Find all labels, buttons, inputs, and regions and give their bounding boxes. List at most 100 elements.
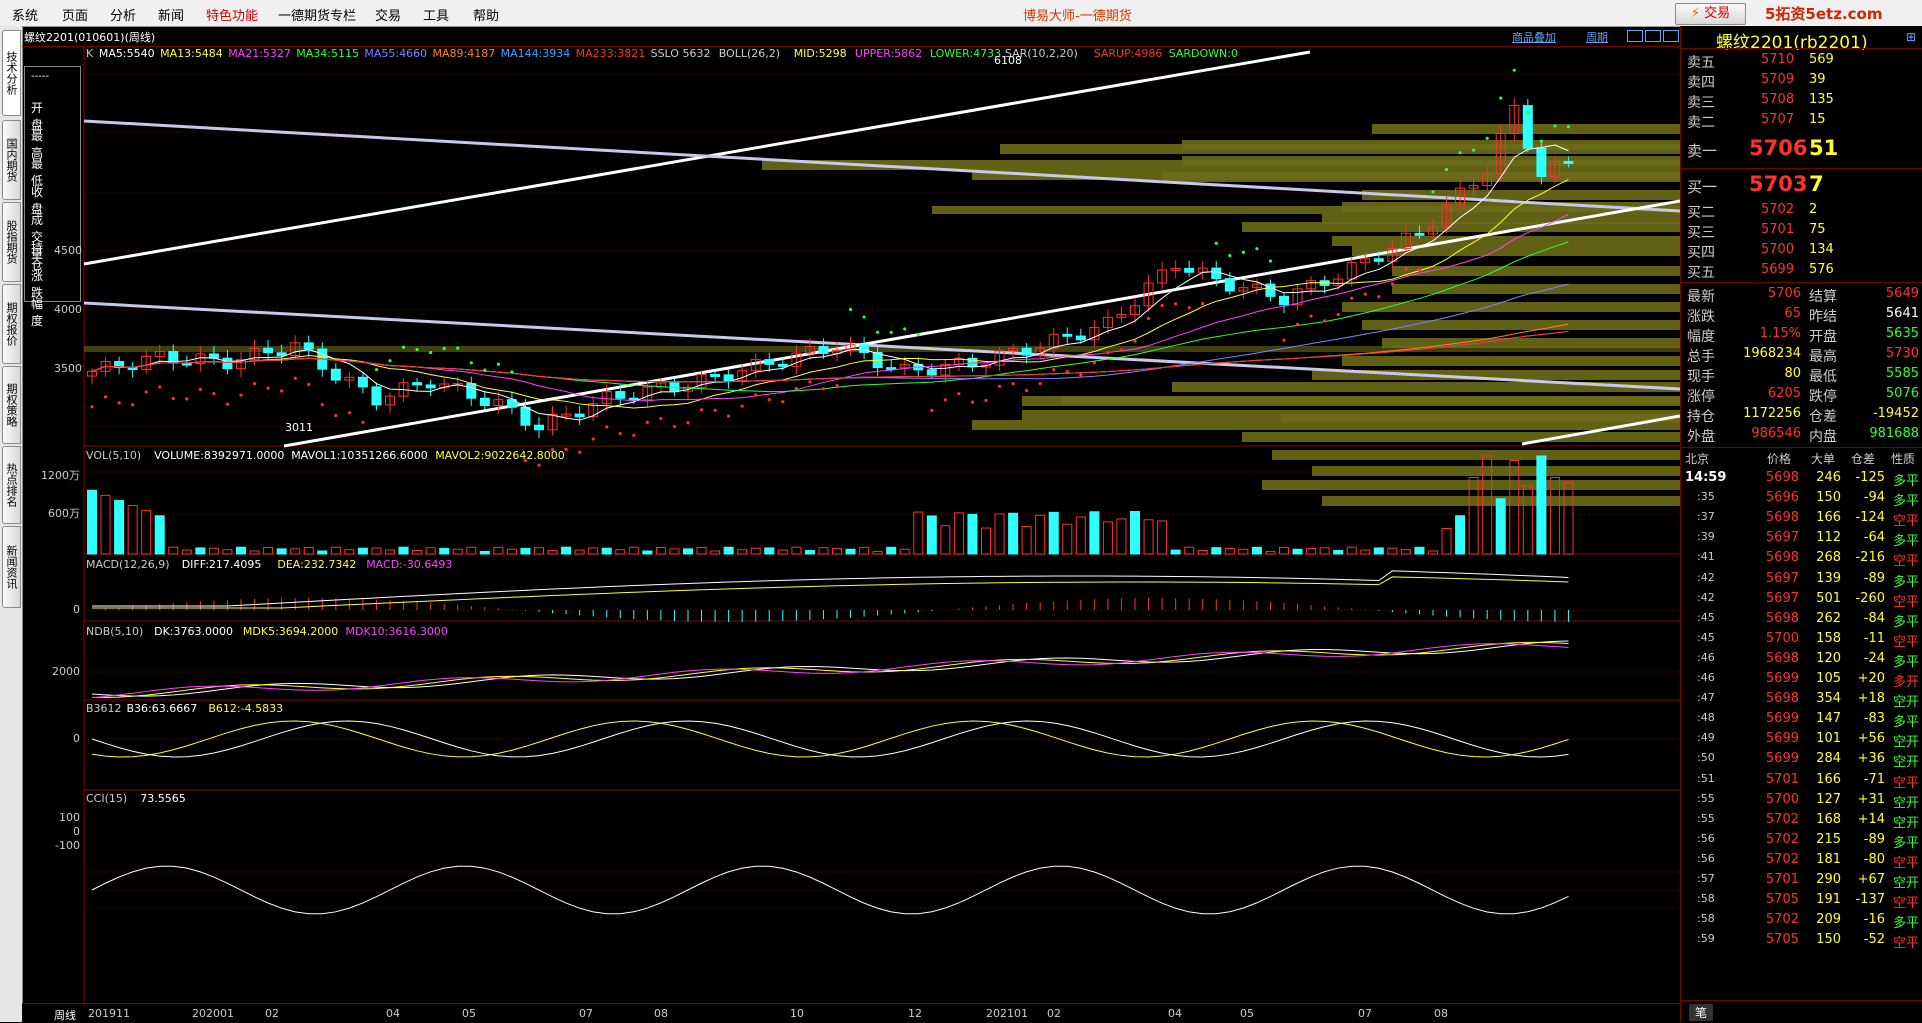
left-tab-1[interactable]: 国内期货	[2, 120, 21, 200]
tick-oi-change: -89	[1863, 831, 1885, 847]
volume-bar	[1306, 548, 1317, 555]
overlay-symbol-button[interactable]: 商品叠加	[1512, 29, 1556, 45]
sar-dot	[957, 392, 961, 396]
sar-dot	[1146, 316, 1151, 321]
menu-item-0[interactable]: 系统	[12, 5, 38, 24]
menu-item-1[interactable]: 页面	[62, 5, 88, 24]
symbol-title: 螺纹2201(010601)(周线)	[24, 31, 156, 44]
sar-dot	[293, 376, 297, 380]
date-axis-label: 08	[1434, 1007, 1448, 1020]
sar-dot	[1363, 292, 1367, 296]
volume-bar	[87, 489, 97, 555]
bid-volume: 7	[1809, 172, 1824, 196]
tick-nature: 多平	[1893, 494, 1920, 510]
sar-dot	[659, 416, 663, 421]
volume-bar	[872, 550, 883, 555]
volume-bar	[249, 550, 260, 555]
maximize-icon[interactable]	[1663, 30, 1679, 42]
left-tab-4[interactable]: 期权策略	[2, 366, 21, 444]
volume-bar	[534, 547, 544, 555]
menu-item-3[interactable]: 新闻	[158, 5, 184, 24]
volume-bar	[127, 505, 138, 555]
panel-menu-icon[interactable]: ⊞	[1906, 30, 1916, 44]
tick-volume: 166	[1816, 771, 1841, 787]
menu-item-5[interactable]: 一德期货专栏	[278, 5, 356, 24]
volume-bar	[1292, 548, 1303, 555]
left-tab-2[interactable]: 股指期货	[2, 202, 21, 282]
sar-dot	[713, 408, 717, 412]
candle-body	[1075, 335, 1086, 341]
sar-dot	[618, 432, 622, 436]
sar-dot	[564, 447, 568, 452]
ask-volume: 569	[1809, 52, 1834, 67]
volume-bar	[926, 515, 937, 555]
tick-nature: 空开	[1893, 815, 1920, 831]
volume-bar	[154, 515, 165, 555]
bid-label: 买五	[1687, 265, 1715, 281]
sar-dot	[740, 404, 744, 408]
volume-profile-bar	[1392, 266, 1680, 276]
ask-volume: 135	[1809, 92, 1834, 107]
split-icon[interactable]	[1645, 30, 1661, 42]
ask-price: 5706	[1749, 136, 1808, 160]
candle-body	[412, 382, 423, 386]
left-tab-5[interactable]: 热点排名	[2, 446, 21, 524]
left-tab-6[interactable]: 新闻资讯	[2, 526, 21, 608]
sar-dot	[280, 389, 284, 393]
candle-body	[1563, 160, 1574, 164]
candle-body	[276, 352, 287, 357]
ndb-line	[91, 640, 1569, 697]
sar-dot	[821, 387, 826, 391]
b3612-title-part: B612:-4.5833	[208, 702, 284, 715]
tick-volume: 262	[1816, 610, 1841, 626]
menu-item-7[interactable]: 工具	[423, 5, 449, 24]
tick-header-4: 性质	[1891, 452, 1916, 466]
volume-bar	[425, 547, 436, 555]
volume-bar	[1048, 511, 1059, 555]
menu-item-8[interactable]: 帮助	[473, 5, 499, 24]
volume-bar	[1089, 511, 1100, 555]
candle-body	[1211, 267, 1222, 280]
volume-bar	[114, 499, 125, 555]
volume-profile-bar	[1342, 356, 1680, 366]
left-tab-3[interactable]: 期权报价	[2, 284, 21, 364]
menu-item-2[interactable]: 分析	[110, 5, 136, 24]
sar-dot	[1472, 148, 1476, 152]
tick-volume: 120	[1816, 650, 1841, 666]
date-axis-label: 202001	[192, 1007, 234, 1020]
trade-button[interactable]: ⚡ 交易	[1675, 3, 1746, 25]
volume-bar	[588, 547, 599, 555]
tick-price: 5697	[1765, 570, 1799, 586]
sar-dot	[876, 330, 880, 334]
sar-dot	[1444, 167, 1449, 172]
layout-icon[interactable]	[1627, 30, 1643, 42]
candle-body	[777, 363, 788, 367]
sar-dot	[144, 390, 148, 394]
tick-price: 5697	[1765, 590, 1799, 606]
sar-dot	[1214, 241, 1218, 245]
tick-price: 5699	[1765, 711, 1799, 727]
volume-bar	[1075, 516, 1086, 555]
sar-dot	[632, 433, 636, 437]
period-button[interactable]: 周期	[1586, 29, 1608, 45]
footer-tab-ticks[interactable]: 笔	[1689, 1004, 1714, 1021]
stat-label: 最低	[1809, 369, 1837, 385]
tick-price: 5702	[1765, 912, 1799, 928]
tick-price: 5702	[1765, 851, 1799, 867]
menu-item-6[interactable]: 交易	[375, 5, 401, 24]
menu-item-4[interactable]: 特色功能	[206, 5, 258, 24]
ask-volume: 39	[1809, 72, 1826, 87]
sar-dot	[198, 387, 202, 391]
vol-title-part: VOL(5,10)	[86, 449, 142, 462]
volume-bar	[1319, 547, 1330, 555]
chart-canvas[interactable]: 6108 3011	[22, 46, 1680, 1003]
bid-price: 5699	[1761, 262, 1795, 277]
moving-average-line	[91, 283, 1569, 383]
tick-nature: 空开	[1893, 755, 1920, 771]
candle-body	[710, 373, 721, 377]
sar-dot	[1336, 312, 1340, 317]
macd-title-part: MACD:-30.6493	[366, 558, 453, 571]
left-tab-0[interactable]: 技术分析	[2, 30, 21, 116]
volume-bar	[385, 549, 395, 555]
sar-dot	[1052, 368, 1056, 372]
